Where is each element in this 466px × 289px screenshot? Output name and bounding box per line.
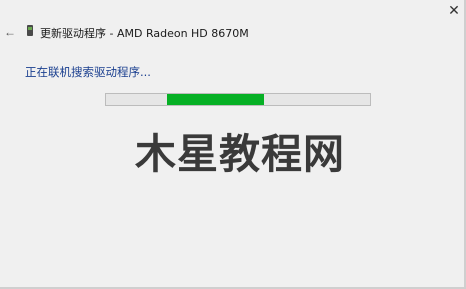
window-title: 更新驱动程序 - AMD Radeon HD 8670M (40, 27, 249, 40)
progress-fill (166, 94, 265, 105)
back-arrow-icon: ← (4, 25, 16, 39)
search-status-text: 正在联机搜索驱动程序... (25, 65, 151, 79)
watermark-text: 木星教程网 (135, 130, 345, 178)
close-icon: ✕ (448, 2, 460, 18)
driver-update-window: ✕ ← 更新驱动程序 - AMD Radeon HD 8670M 正在联机搜索驱… (0, 0, 466, 289)
back-button[interactable]: ← (2, 24, 18, 40)
progress-bar (105, 93, 371, 106)
close-button[interactable]: ✕ (442, 0, 466, 20)
device-manager-icon (27, 25, 33, 36)
